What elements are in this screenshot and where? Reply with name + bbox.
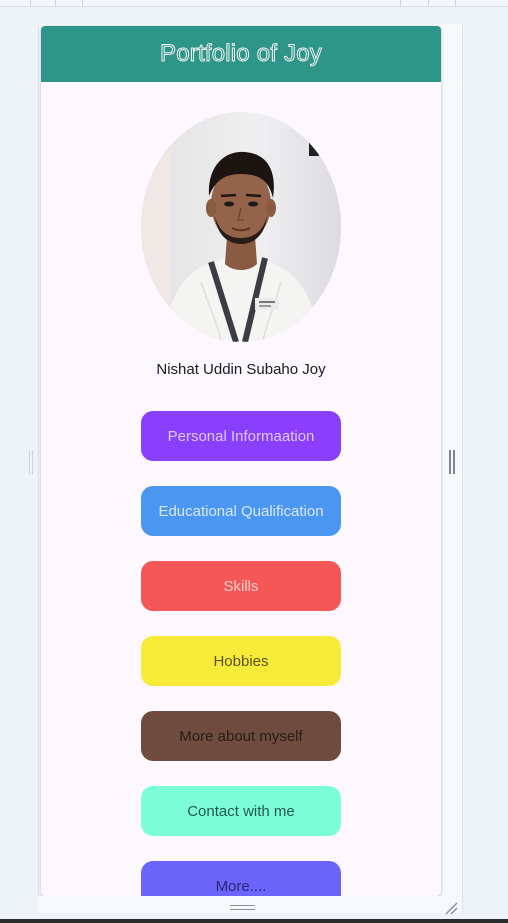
tab-divider xyxy=(30,0,31,6)
bottom-grip-handle[interactable] xyxy=(230,909,255,910)
top-tab-strip xyxy=(0,0,508,7)
tab-divider xyxy=(455,0,456,6)
educational-qualification-button[interactable]: Educational Qualification xyxy=(141,486,341,536)
skills-button[interactable]: Skills xyxy=(141,561,341,611)
contact-button[interactable]: Contact with me xyxy=(141,786,341,836)
more-about-myself-button[interactable]: More about myself xyxy=(141,711,341,761)
personal-information-button[interactable]: Personal Informaation xyxy=(141,411,341,461)
tab-divider xyxy=(55,0,56,6)
app-bar: Portfolio of Joy xyxy=(41,26,441,82)
tab-divider xyxy=(400,0,401,6)
resize-corner-icon[interactable] xyxy=(444,901,458,915)
tab-divider xyxy=(428,0,429,6)
profile-name: Nishat Uddin Subaho Joy xyxy=(156,361,326,378)
app-title: Portfolio of Joy xyxy=(160,40,323,68)
bottom-grip-handle[interactable] xyxy=(230,905,255,906)
profile-photo xyxy=(141,112,341,342)
avatar xyxy=(141,112,341,342)
app-screen: Portfolio of Joy Nishat Uddin Subaho Joy… xyxy=(41,26,441,896)
more-button[interactable]: More.... xyxy=(141,861,341,896)
bottom-border xyxy=(0,919,508,923)
tab-divider xyxy=(82,0,83,6)
right-resize-handle[interactable] xyxy=(449,450,455,474)
hobbies-button[interactable]: Hobbies xyxy=(141,636,341,686)
left-resize-handle[interactable] xyxy=(29,450,33,474)
